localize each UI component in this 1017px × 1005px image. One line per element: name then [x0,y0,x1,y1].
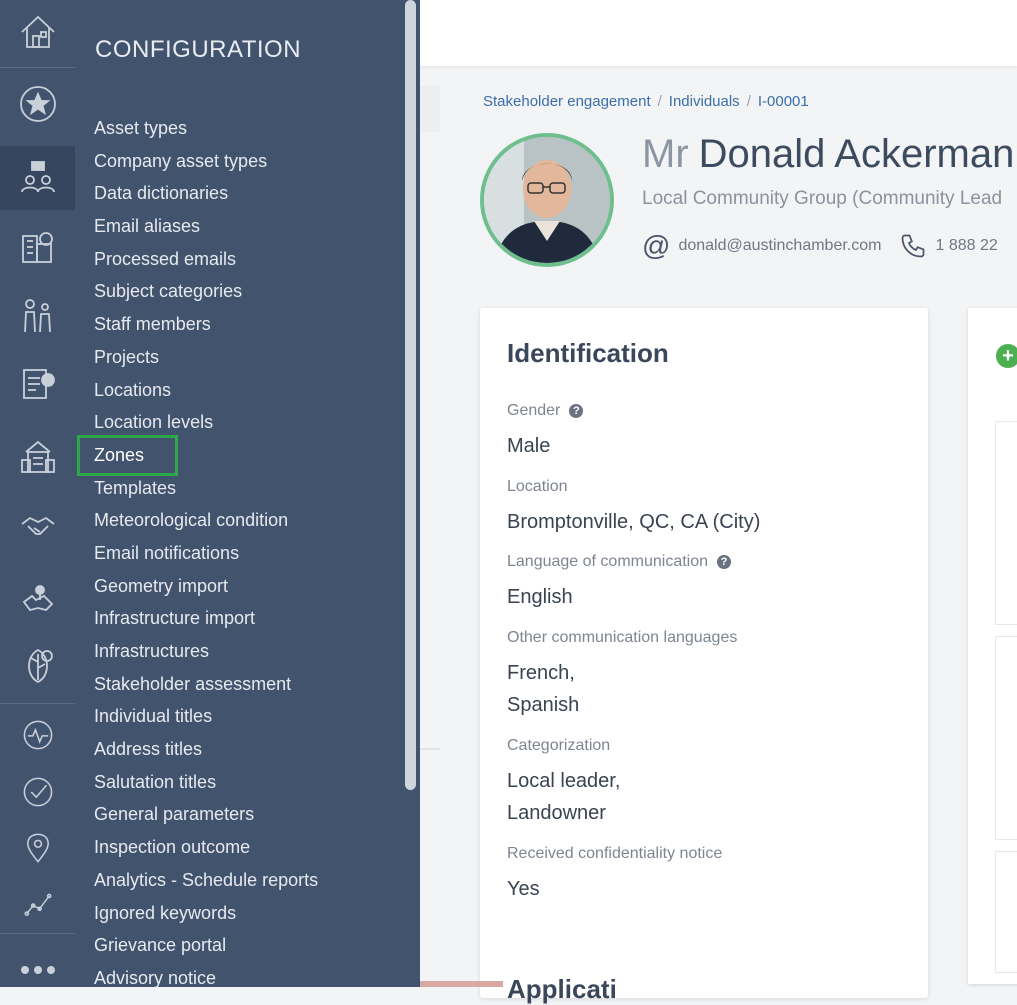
right-inner-panel [995,851,1017,973]
language-value: English [507,586,573,608]
drawer-scrollbar[interactable] [405,0,416,790]
page-title: Mr Donald Ackerman [642,132,1014,177]
avatar-photo [484,137,610,263]
location-label: Location [507,478,568,495]
help-icon[interactable]: ? [569,404,584,418]
breadcrumb-separator: / [746,93,751,110]
menu-item-meteorological-condition[interactable]: Meteorological condition [75,504,405,537]
other-languages-label: Other communication languages [507,629,738,646]
breadcrumb-current[interactable]: I-00001 [758,93,809,110]
drawer-title: CONFIGURATION [95,36,302,63]
salutation: Mr [642,132,689,176]
buildings-icon[interactable] [0,214,75,278]
more-icon[interactable] [0,938,75,1002]
menu-item-email-notifications[interactable]: Email notifications [75,537,405,570]
menu-item-analytics-schedule-reports[interactable]: Analytics - Schedule reports [75,864,405,897]
configuration-drawer: CONFIGURATION Asset types Company asset t… [75,0,420,987]
gender-value: Male [507,435,551,457]
menu-item-asset-types[interactable]: Asset types [75,112,405,145]
identification-card: Identification Gender? Male Location Bro… [480,308,928,1004]
phone-icon [902,234,925,258]
location-value: Bromptonville, QC, CA (City) [507,511,761,533]
handshake-icon[interactable] [0,494,75,558]
breadcrumb-separator: / [657,93,662,110]
tasks-icon[interactable] [0,352,75,416]
menu-item-company-asset-types[interactable]: Company asset types [75,145,405,178]
menu-item-individual-titles[interactable]: Individual titles [75,700,405,733]
environment-icon[interactable] [0,634,75,698]
confidentiality-value: Yes [507,878,540,900]
language-label: Language of communication? [507,553,732,571]
breadcrumb: Stakeholder engagement / Individuals / I-000… [483,93,809,110]
identification-title: Identification [507,338,669,368]
rail-divider [0,933,75,934]
analytics-icon[interactable] [0,872,75,936]
background-divider [420,748,440,750]
menu-item-general-parameters[interactable]: General parameters [75,798,405,831]
menu-item-stakeholder-assessment[interactable]: Stakeholder assessment [75,668,405,701]
stakeholders-icon[interactable] [0,146,75,210]
add-icon[interactable]: + [996,344,1017,368]
help-icon[interactable]: ? [717,555,732,569]
next-section-title: Applicati [507,974,617,1004]
background-search-strip [420,86,440,132]
menu-item-subject-categories[interactable]: Subject categories [75,275,405,308]
other-language-2: Spanish [507,694,580,716]
menu-item-inspection-outcome[interactable]: Inspection outcome [75,831,405,864]
avatar[interactable] [480,133,614,267]
categorization-label: Categorization [507,737,611,754]
selected-item-highlight [77,435,178,476]
other-language-1: French, [507,662,575,684]
right-inner-panel [995,421,1017,625]
email-link[interactable]: donald@austinchamber.com [678,237,881,255]
breadcrumb-individuals[interactable]: Individuals [669,93,740,110]
menu-item-locations[interactable]: Locations [75,374,405,407]
email-icon: @ [642,230,671,261]
right-inner-panel [995,636,1017,840]
menu-item-infrastructure-import[interactable]: Infrastructure import [75,602,405,635]
breadcrumb-stakeholder-engagement[interactable]: Stakeholder engagement [483,93,651,110]
categorization-2: Landowner [507,802,606,824]
menu-item-data-dictionaries[interactable]: Data dictionaries [75,177,405,210]
gender-label: Gender? [507,402,584,420]
city-icon[interactable] [0,424,75,488]
menu-item-geometry-import[interactable]: Geometry import [75,570,405,603]
configuration-menu: Asset types Company asset types Data dicti… [75,112,405,987]
home-icon[interactable] [0,0,75,64]
favorites-icon[interactable] [0,72,75,136]
categorization-1: Local leader, [507,770,621,792]
menu-item-ignored-keywords[interactable]: Ignored keywords [75,897,405,930]
icon-rail [0,0,75,987]
phone-group: 1 888 22 [899,232,998,260]
contact-row: @ donald@austinchamber.com 1 888 22 [642,232,998,260]
location-icon[interactable] [0,816,75,880]
people-icon[interactable] [0,284,75,348]
confidentiality-label: Received confidentiality notice [507,845,723,862]
menu-item-staff-members[interactable]: Staff members [75,308,405,341]
activity-icon[interactable] [0,703,75,767]
menu-item-projects[interactable]: Projects [75,341,405,374]
organization: Local Community Group (Community Lead [642,188,1003,209]
menu-item-salutation-titles[interactable]: Salutation titles [75,766,405,799]
menu-item-infrastructures[interactable]: Infrastructures [75,635,405,668]
menu-item-location-levels[interactable]: Location levels [75,406,405,439]
full-name: Donald Ackerman [698,132,1015,176]
menu-item-processed-emails[interactable]: Processed emails [75,243,405,276]
menu-item-templates[interactable]: Templates [75,472,405,505]
rail-divider [0,67,75,68]
menu-item-address-titles[interactable]: Address titles [75,733,405,766]
check-icon[interactable] [0,760,75,824]
menu-item-advisory-notice[interactable]: Advisory notice [75,962,405,987]
phone-number[interactable]: 1 888 22 [935,237,997,255]
map-icon[interactable] [0,566,75,630]
menu-item-grievance-portal[interactable]: Grievance portal [75,929,405,962]
menu-item-email-aliases[interactable]: Email aliases [75,210,405,243]
